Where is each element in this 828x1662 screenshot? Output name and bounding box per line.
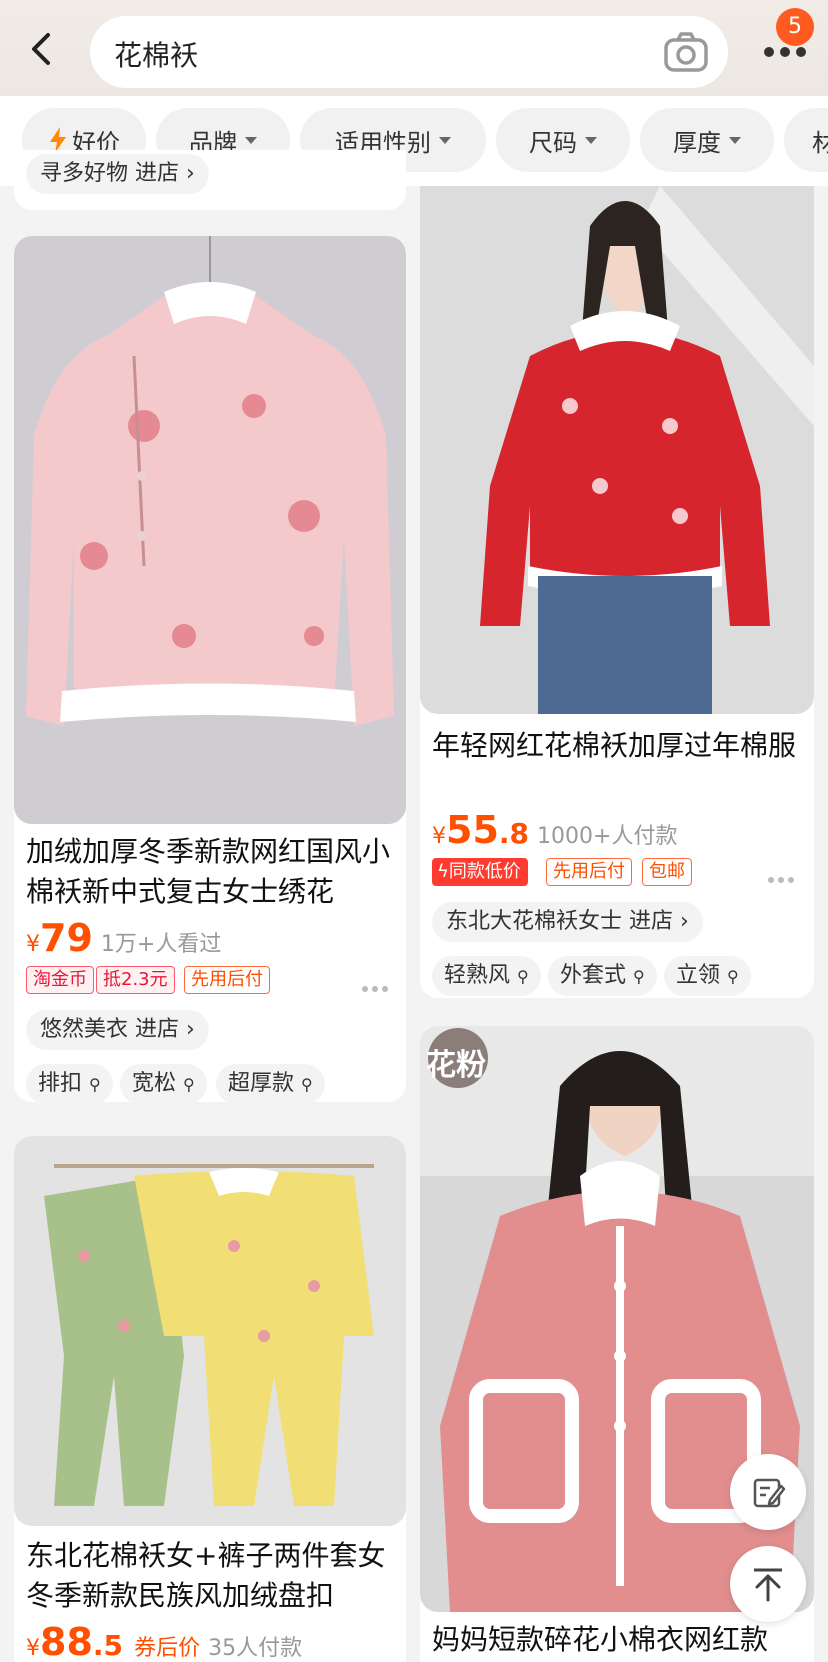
- product-stat: 1万+人看过: [100, 932, 222, 957]
- filter-chip-label: 尺码: [529, 128, 577, 157]
- back-button[interactable]: [18, 26, 64, 72]
- tag-same-low-price: ϟ同款低价: [432, 858, 528, 886]
- search-query-text: 花棉袄: [114, 39, 199, 72]
- keyword-label: 宽松: [132, 1071, 177, 1096]
- product-card[interactable]: 加绒加厚冬季新款网红国风小棉袄新中式复古女士绣花 ¥79 1万+人看过 淘金币 抵…: [14, 236, 406, 1102]
- product-stat: 35人付款: [208, 1636, 303, 1661]
- product-card-partial[interactable]: 寻多好物 进店 ›: [14, 150, 406, 210]
- keyword-chip[interactable]: 排扣 ⚲: [26, 1064, 113, 1102]
- currency-symbol: ¥: [432, 824, 446, 849]
- tag-pay-later: 先用后付: [546, 858, 632, 886]
- more-options-icon[interactable]: [362, 977, 392, 992]
- camera-search-button[interactable]: [662, 30, 710, 74]
- filter-chip-thickness[interactable]: 厚度: [640, 108, 774, 172]
- product-image-art: [420, 186, 814, 714]
- search-input[interactable]: 花棉袄: [90, 16, 728, 88]
- feedback-button[interactable]: [730, 1454, 806, 1530]
- product-title: 妈妈短款碎花小棉衣网红款: [432, 1623, 769, 1656]
- currency-symbol: ¥: [26, 932, 40, 957]
- filter-chip-size[interactable]: 尺码: [496, 108, 630, 172]
- keyword-chip[interactable]: 立领 ⚲: [664, 956, 751, 996]
- caret-down-icon: [729, 136, 741, 144]
- product-stat: 1000+人付款: [537, 824, 678, 849]
- tag-free-shipping: 包邮: [642, 858, 692, 886]
- caret-down-icon: [245, 136, 257, 144]
- shop-link[interactable]: 悠然美衣 进店 ›: [26, 1010, 209, 1050]
- search-icon: ⚲: [633, 967, 645, 986]
- product-image-art: [14, 1136, 406, 1526]
- price-decimal: .5: [92, 1629, 124, 1662]
- product-title: 加绒加厚冬季新款网红国风小棉袄新中式复古女士绣花: [26, 835, 391, 908]
- filter-chip-label: 厚度: [673, 128, 721, 157]
- keyword-label: 排扣: [38, 1071, 83, 1096]
- camera-icon: [664, 32, 708, 72]
- keyword-chip[interactable]: 外套式 ⚲: [548, 956, 657, 996]
- caret-down-icon: [439, 136, 451, 144]
- tag-discount: 抵2.3元: [96, 966, 175, 994]
- keyword-label: 轻熟风: [444, 963, 511, 988]
- keyword-chip[interactable]: 宽松 ⚲: [120, 1064, 207, 1102]
- tag-label: 同款低价: [448, 861, 521, 882]
- product-title: 东北花棉袄女+裤子两件套女冬季新款民族风加绒盘扣: [26, 1539, 386, 1612]
- product-card[interactable]: 东北花棉袄女+裤子两件套女冬季新款民族风加绒盘扣 ¥88.5 券后价 35人付款: [14, 1136, 406, 1662]
- search-icon: ⚲: [727, 967, 739, 986]
- shop-link[interactable]: 东北大花棉袄女士 进店 ›: [432, 902, 703, 942]
- tag-taojinbi: 淘金币: [26, 966, 94, 994]
- image-overlay-text: 花粉: [426, 1048, 486, 1083]
- caret-down-icon: [585, 136, 597, 144]
- chevron-left-icon: [32, 33, 50, 65]
- search-icon: ⚲: [517, 967, 529, 986]
- edit-note-icon: [753, 1478, 786, 1508]
- product-title: 年轻网红花棉袄加厚过年棉服: [432, 729, 797, 762]
- search-icon: ⚲: [183, 1075, 195, 1094]
- price-decimal: .8: [498, 817, 530, 850]
- tag-pay-later: 先用后付: [184, 966, 270, 994]
- back-to-top-button[interactable]: [730, 1546, 806, 1622]
- product-image[interactable]: [14, 1136, 406, 1526]
- keyword-label: 立领: [676, 963, 721, 988]
- price-integer: 88: [40, 1620, 93, 1662]
- product-card[interactable]: 年轻网红花棉袄加厚过年棉服 ¥55.8 1000+人付款 ϟ同款低价 先用后付 包…: [420, 186, 814, 998]
- arrow-up-icon: [754, 1568, 782, 1602]
- search-icon: ⚲: [301, 1075, 313, 1094]
- filter-chip-material[interactable]: 材: [784, 108, 828, 172]
- search-icon: ⚲: [89, 1075, 101, 1094]
- price-integer: 55: [446, 808, 499, 852]
- product-price: ¥79 1万+人看过: [26, 916, 221, 960]
- currency-symbol: ¥: [26, 1636, 40, 1661]
- product-image-art: [14, 236, 406, 824]
- product-image[interactable]: [14, 236, 406, 824]
- price-label: 券后价: [134, 1636, 201, 1661]
- product-image[interactable]: [420, 186, 814, 714]
- keyword-label: 超厚款: [228, 1071, 295, 1096]
- filter-chip-label: 材: [812, 128, 828, 157]
- product-price: ¥55.8 1000+人付款: [432, 808, 677, 852]
- shop-link[interactable]: 寻多好物 进店 ›: [26, 154, 209, 194]
- price-integer: 79: [40, 916, 93, 960]
- more-options-icon[interactable]: [768, 868, 798, 883]
- product-price: ¥88.5 券后价 35人付款: [26, 1620, 302, 1662]
- message-count-badge: 5: [776, 8, 814, 46]
- lightning-icon: ϟ: [437, 861, 449, 882]
- keyword-chip[interactable]: 轻熟风 ⚲: [432, 956, 541, 996]
- keyword-chip[interactable]: 超厚款 ⚲: [216, 1064, 325, 1102]
- top-header: 花棉袄 5: [0, 0, 828, 96]
- search-results-page: 花棉袄 5 好价 品牌 适用性别 尺码 厚度 材 寻多好物 进店 › 加绒加厚冬…: [0, 0, 828, 1662]
- keyword-label: 外套式: [560, 963, 627, 988]
